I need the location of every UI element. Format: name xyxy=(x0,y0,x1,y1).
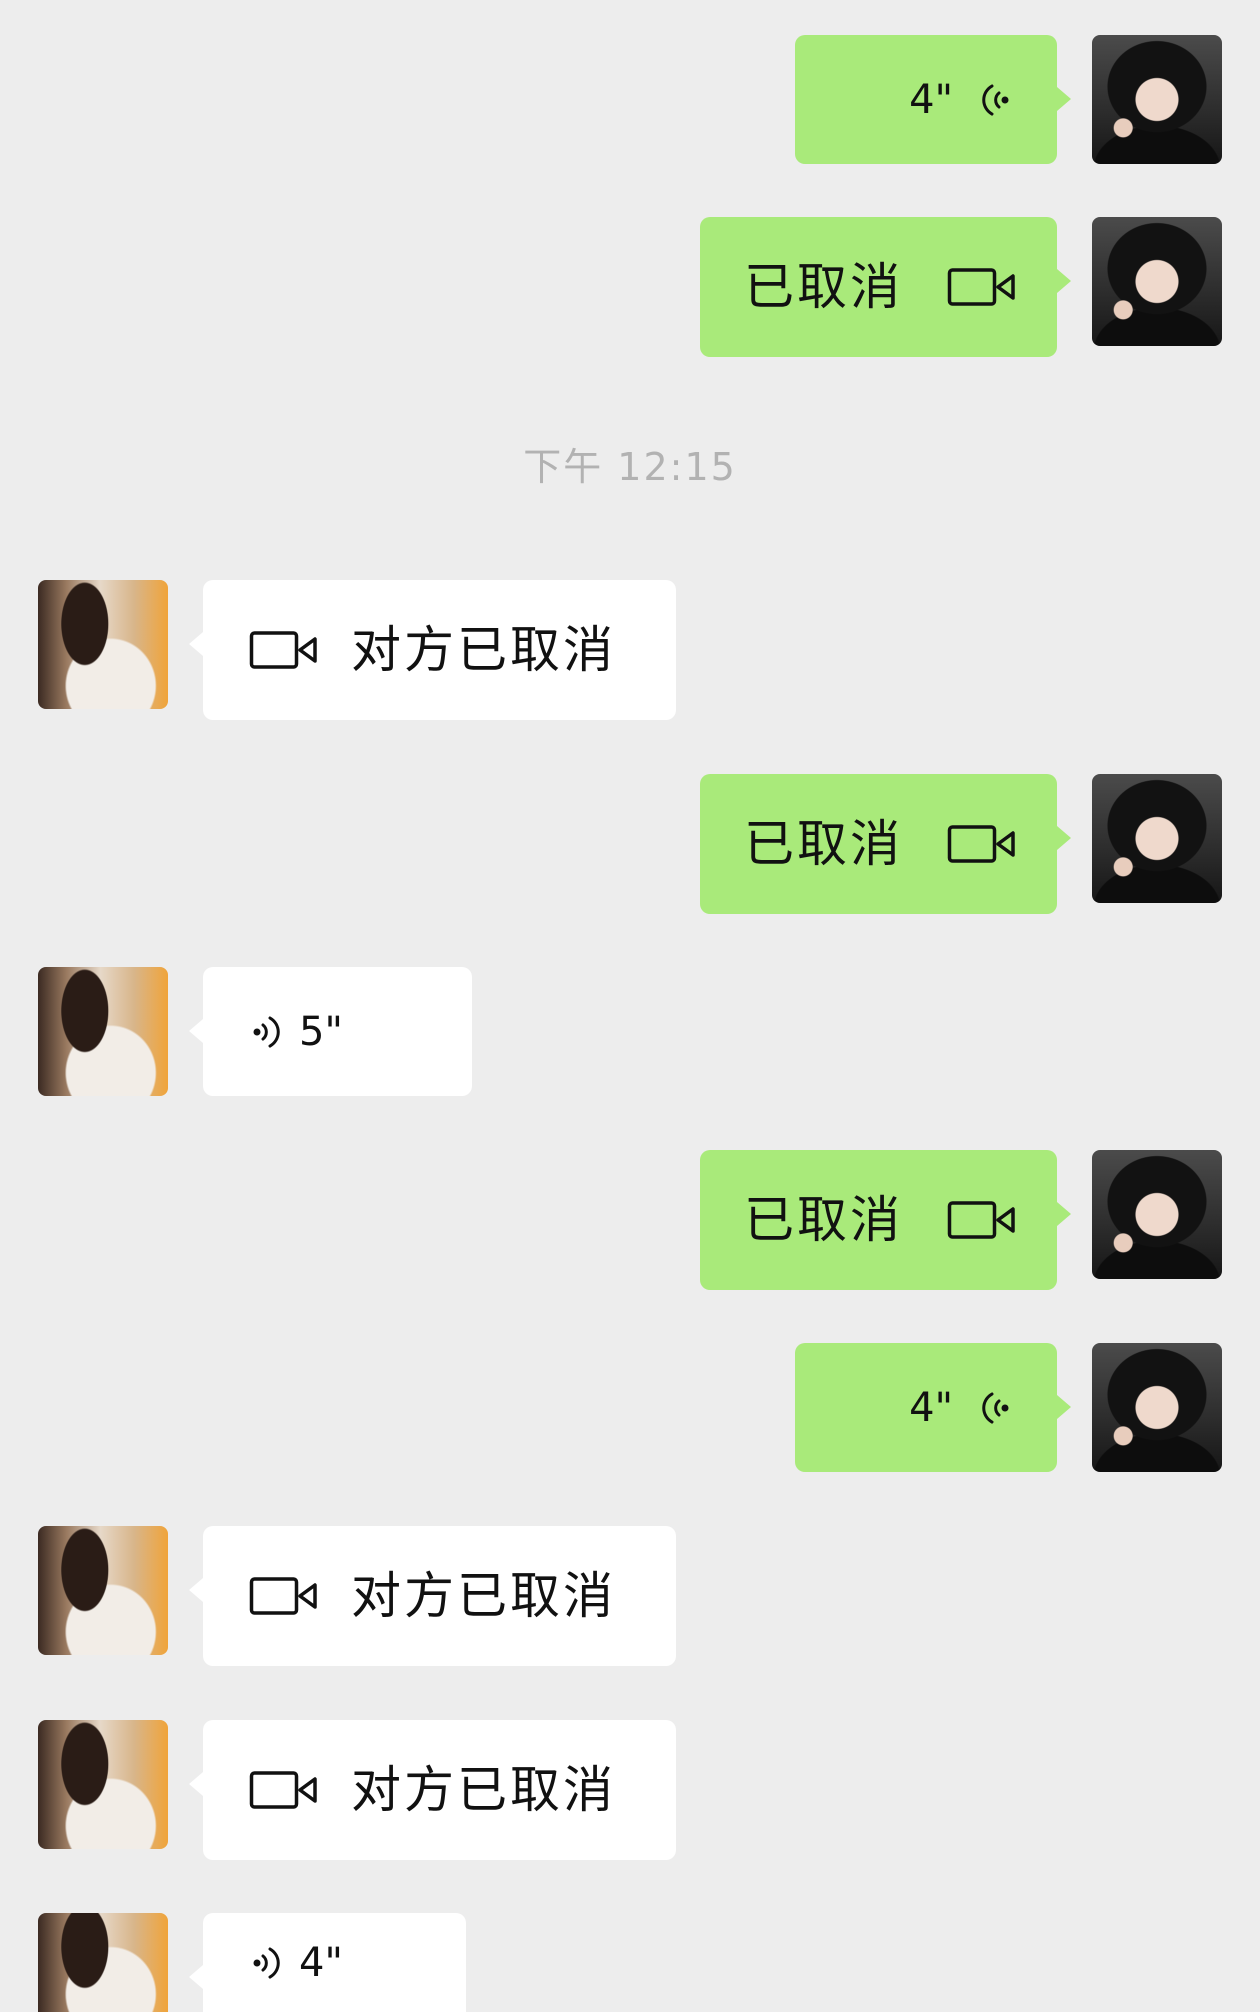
message-row: 对方已取消 xyxy=(0,1720,1260,1860)
message-row: 4" xyxy=(0,1913,1260,2012)
avatar[interactable] xyxy=(38,1526,168,1655)
video-camera-icon xyxy=(249,1771,317,1809)
avatar[interactable] xyxy=(1092,1343,1222,1472)
video-camera-icon xyxy=(249,631,317,669)
message-row: 5" xyxy=(0,967,1260,1107)
message-row: 已取消 xyxy=(0,1150,1260,1290)
video-camera-icon xyxy=(947,268,1015,306)
message-row: 已取消 xyxy=(0,217,1260,357)
video-camera-icon xyxy=(249,1577,317,1615)
video-call-bubble[interactable]: 对方已取消 xyxy=(189,1526,676,1666)
voice-duration: 4" xyxy=(299,1939,343,1986)
message-row: 对方已取消 xyxy=(0,1526,1260,1666)
avatar[interactable] xyxy=(1092,35,1222,164)
avatar[interactable] xyxy=(1092,1150,1222,1279)
avatar[interactable] xyxy=(1092,217,1222,346)
video-call-bubble[interactable]: 已取消 xyxy=(700,1150,1071,1290)
avatar[interactable] xyxy=(38,1913,168,2012)
voice-icon xyxy=(982,1392,1009,1423)
message-row: 4" xyxy=(0,1343,1260,1483)
avatar[interactable] xyxy=(38,1720,168,1849)
voice-icon xyxy=(253,1016,280,1047)
video-camera-icon xyxy=(947,1201,1015,1239)
voice-message-bubble[interactable]: 4" xyxy=(795,1343,1071,1472)
video-call-bubble[interactable]: 对方已取消 xyxy=(189,1720,676,1860)
timestamp: 下午 12:15 xyxy=(523,445,737,489)
call-status-text: 已取消 xyxy=(744,815,903,873)
message-row: 已取消 xyxy=(0,774,1260,914)
avatar[interactable] xyxy=(38,967,168,1096)
video-call-bubble[interactable]: 已取消 xyxy=(700,217,1071,357)
voice-message-bubble[interactable]: 4" xyxy=(795,35,1071,164)
voice-message-bubble[interactable]: 4" xyxy=(189,1913,466,2012)
avatar[interactable] xyxy=(1092,774,1222,903)
call-status-text: 对方已取消 xyxy=(351,1567,616,1625)
voice-message-bubble[interactable]: 5" xyxy=(189,967,472,1096)
voice-duration: 4" xyxy=(909,76,953,123)
avatar[interactable] xyxy=(38,580,168,709)
message-row: 4" xyxy=(0,35,1260,175)
voice-duration: 4" xyxy=(909,1384,953,1431)
message-row: 对方已取消 xyxy=(0,580,1260,720)
call-status-text: 对方已取消 xyxy=(351,621,616,679)
call-status-text: 对方已取消 xyxy=(351,1761,616,1819)
voice-duration: 5" xyxy=(299,1008,343,1055)
video-call-bubble[interactable]: 对方已取消 xyxy=(189,580,676,720)
call-status-text: 已取消 xyxy=(744,258,903,316)
call-status-text: 已取消 xyxy=(744,1191,903,1249)
video-camera-icon xyxy=(947,825,1015,863)
voice-icon xyxy=(253,1947,280,1978)
video-call-bubble[interactable]: 已取消 xyxy=(700,774,1071,914)
voice-icon xyxy=(982,84,1009,115)
